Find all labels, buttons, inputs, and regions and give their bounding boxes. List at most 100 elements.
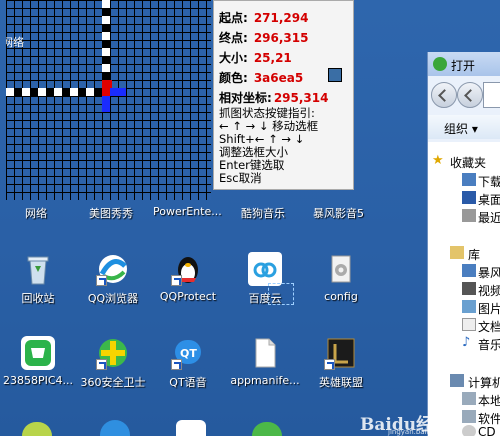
crosshair-segment bbox=[102, 64, 110, 72]
desktop-icon-qqprotect[interactable]: QQProtect bbox=[152, 252, 224, 303]
desktop-icon-qt-voice[interactable]: QT QT语音 bbox=[152, 336, 224, 390]
color-row: 颜色: 3a6ea5 bbox=[219, 69, 303, 86]
lol-icon bbox=[324, 336, 358, 370]
shortcut-arrow-icon bbox=[171, 275, 182, 286]
nav-item[interactable]: CD bbox=[478, 425, 496, 436]
nav-library[interactable]: 库 bbox=[468, 246, 480, 263]
desktop-icon-config[interactable]: config bbox=[305, 252, 377, 303]
nav-item[interactable]: 最近 bbox=[478, 209, 500, 226]
music-icon: ♪ bbox=[462, 335, 471, 350]
video-icon bbox=[462, 282, 476, 295]
green-app-icon bbox=[21, 336, 55, 370]
partial-icon[interactable] bbox=[176, 420, 206, 436]
desktop-icon-360-safe[interactable]: 360安全卫士 bbox=[77, 336, 149, 390]
relative-coord-value: 295,314 bbox=[273, 91, 329, 105]
dialog-title: 打开 bbox=[451, 59, 476, 73]
config-file-icon bbox=[324, 252, 358, 286]
crosshair-segment bbox=[6, 88, 14, 96]
forward-button[interactable] bbox=[457, 82, 483, 108]
crosshair-segment bbox=[102, 72, 110, 80]
pictures-icon bbox=[462, 300, 476, 313]
document-icon bbox=[248, 336, 282, 370]
desktop-icon-appmanifest[interactable]: appmanife... bbox=[229, 336, 301, 387]
desktop-icon-label[interactable]: 网络 bbox=[25, 205, 47, 221]
selection-box bbox=[268, 283, 294, 305]
desktop-icon bbox=[462, 191, 476, 204]
recent-icon bbox=[462, 209, 476, 222]
shortcut-arrow-icon bbox=[171, 359, 182, 370]
shortcut-arrow-icon bbox=[96, 275, 107, 286]
address-bar[interactable] bbox=[483, 82, 500, 108]
end-point-value: 296,315 bbox=[253, 31, 309, 45]
capture-info-panel: 起点: 271,294 终点: 296,315 大小: 25,21 颜色: 3a6ea5… bbox=[213, 0, 354, 190]
desktop-icon-label[interactable]: PowerEnte... bbox=[153, 205, 222, 218]
size-label: 大小: bbox=[219, 51, 248, 65]
nav-item[interactable]: 视频 bbox=[478, 282, 500, 299]
nav-favorites[interactable]: 收藏夹 bbox=[450, 154, 486, 171]
partial-icon[interactable] bbox=[22, 422, 52, 436]
desktop-icon-23858pic[interactable]: 23858PIC4... bbox=[2, 336, 74, 387]
crosshair-segment bbox=[102, 8, 110, 16]
relative-coord-label: 相对坐标: bbox=[219, 91, 272, 105]
desktop-icon-label: 回收站 bbox=[21, 292, 55, 305]
dialog-title-bar[interactable]: 打开 bbox=[428, 52, 500, 76]
partial-icon[interactable] bbox=[100, 420, 130, 436]
crosshair-segment bbox=[94, 88, 102, 96]
end-point-row: 终点: 296,315 bbox=[219, 29, 308, 46]
documents-icon bbox=[462, 318, 476, 331]
crosshair-segment bbox=[22, 88, 30, 96]
nav-item[interactable]: 暴风 bbox=[478, 264, 500, 281]
crosshair-segment bbox=[102, 24, 110, 32]
color-value: 3a6ea5 bbox=[253, 71, 304, 85]
desktop-icon-label: 360安全卫士 bbox=[80, 376, 146, 389]
drive-icon bbox=[462, 392, 476, 405]
desktop-icon-recycle-bin[interactable]: 回收站 bbox=[2, 252, 74, 306]
desktop-icon-lol[interactable]: 英雄联盟 bbox=[305, 336, 377, 390]
crosshair-segment bbox=[14, 88, 22, 96]
crosshair-segment bbox=[110, 88, 118, 96]
folder-icon bbox=[462, 264, 476, 277]
desktop-icon-label[interactable]: 暴风影音5 bbox=[313, 205, 364, 221]
desktop-icon-label: 英雄联盟 bbox=[319, 376, 363, 389]
crosshair-segment bbox=[102, 96, 110, 104]
crosshair-segment bbox=[102, 56, 110, 64]
qq-browser-icon bbox=[96, 252, 130, 286]
recycle-bin-icon bbox=[21, 252, 55, 286]
color-label: 颜色: bbox=[219, 71, 248, 85]
crosshair-segment bbox=[102, 104, 110, 112]
crosshair-segment bbox=[102, 48, 110, 56]
watermark-url: jingyan.baidu.com bbox=[388, 428, 453, 436]
desktop-icon-qq-browser[interactable]: QQ浏览器 bbox=[77, 252, 149, 306]
crosshair-segment bbox=[102, 16, 110, 24]
nav-item[interactable]: 图片 bbox=[478, 300, 500, 317]
start-point-row: 起点: 271,294 bbox=[219, 9, 308, 26]
desktop-icon-label[interactable]: 酷狗音乐 bbox=[241, 205, 285, 221]
nav-item[interactable]: 桌面 bbox=[478, 191, 500, 208]
nav-computer[interactable]: 计算机 bbox=[468, 374, 500, 391]
star-icon: ★ bbox=[432, 153, 444, 168]
nav-item[interactable]: 下载 bbox=[478, 173, 500, 190]
baidu-cloud-icon bbox=[248, 252, 282, 286]
desktop-icon-label: QQProtect bbox=[159, 290, 217, 303]
crosshair-segment bbox=[86, 88, 94, 96]
nav-item[interactable]: 本地 bbox=[478, 392, 500, 409]
crosshair-segment bbox=[46, 88, 54, 96]
hint-line: Esc取消 bbox=[219, 171, 262, 185]
nav-item[interactable]: 音乐 bbox=[478, 336, 500, 353]
desktop-icon-label: QQ浏览器 bbox=[87, 292, 139, 305]
desktop-icon-label[interactable]: 美图秀秀 bbox=[89, 205, 133, 221]
app-icon bbox=[433, 57, 447, 71]
nav-item[interactable]: 文档 bbox=[478, 318, 500, 335]
back-button[interactable] bbox=[431, 82, 457, 108]
size-row: 大小: 25,21 bbox=[219, 49, 292, 66]
organize-button[interactable]: 组织 ▾ bbox=[444, 120, 478, 137]
navigation-pane: ★ 收藏夹 下载 桌面 最近 库 暴风 视频 图片 文档 ♪ 音乐 计算机 本地… bbox=[428, 142, 500, 436]
crosshair-segment bbox=[62, 88, 70, 96]
drive-icon bbox=[462, 410, 476, 423]
crosshair-segment bbox=[102, 32, 110, 40]
partial-icon[interactable] bbox=[252, 422, 282, 436]
download-icon bbox=[462, 173, 476, 186]
shortcut-arrow-icon bbox=[324, 359, 335, 370]
qt-voice-icon: QT bbox=[171, 336, 205, 370]
open-dialog[interactable]: 打开 组织 ▾ ★ 收藏夹 下载 桌面 最近 库 暴风 视频 图片 文档 ♪ 音… bbox=[427, 52, 500, 436]
